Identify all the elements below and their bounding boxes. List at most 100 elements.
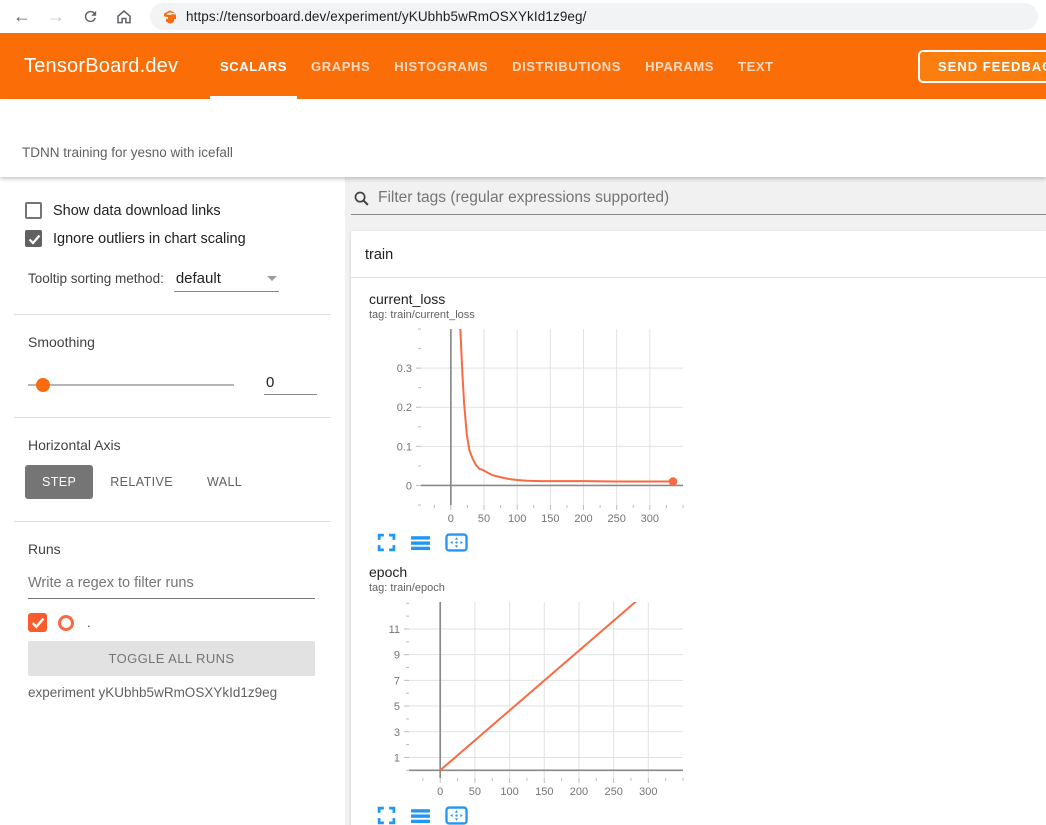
divider — [14, 521, 331, 522]
expand-chart-button-icon[interactable] — [377, 533, 396, 552]
axis-option-relative[interactable]: RELATIVE — [93, 465, 190, 499]
search-icon — [353, 190, 370, 207]
check-icon — [31, 617, 45, 629]
show-download-links-checkbox[interactable] — [25, 202, 42, 219]
chart-title: epoch — [369, 564, 711, 580]
tooltip-sorting-label: Tooltip sorting method: — [28, 271, 164, 286]
horizontal-axis-label: Horizontal Axis — [28, 437, 345, 453]
smoothing-slider-row: 0 — [28, 374, 317, 395]
axis-option-step[interactable]: STEP — [25, 465, 93, 499]
ignore-outliers-checkbox[interactable] — [25, 230, 42, 247]
smoothing-value[interactable]: 0 — [264, 374, 317, 395]
chart-actions — [377, 533, 711, 552]
toggle-all-runs-button[interactable]: TOGGLE ALL RUNS — [28, 641, 315, 676]
svg-text:100: 100 — [508, 513, 526, 525]
ignore-outliers-row[interactable]: Ignore outliers in chart scaling — [25, 230, 345, 247]
url-text: https://tensorboard.dev/experiment/yKUbh… — [186, 9, 587, 24]
tensorboard-favicon — [162, 9, 178, 25]
svg-text:0.2: 0.2 — [397, 402, 412, 414]
dashboard-main: train current_loss tag: train/current_los… — [345, 177, 1046, 825]
tab-hparams[interactable]: HPARAMS — [633, 33, 726, 99]
experiment-title: TDNN training for yesno with icefall — [22, 145, 233, 160]
divider — [14, 417, 331, 418]
svg-text:250: 250 — [607, 513, 625, 525]
tab-graphs[interactable]: GRAPHS — [299, 33, 382, 99]
filter-tags-row — [351, 189, 1046, 215]
axis-option-wall[interactable]: WALL — [190, 465, 259, 499]
svg-text:0: 0 — [448, 513, 454, 525]
tooltip-sorting-value: default — [176, 270, 221, 287]
svg-text:7: 7 — [394, 675, 400, 687]
forward-icon[interactable]: → — [42, 3, 70, 31]
fit-domain-button-icon[interactable] — [445, 533, 468, 552]
tag-group-title[interactable]: train — [351, 231, 1046, 278]
svg-text:300: 300 — [639, 786, 657, 798]
smoothing-label: Smoothing — [28, 334, 345, 350]
settings-sidebar: Show data download links Ignore outliers… — [0, 177, 345, 825]
svg-text:150: 150 — [541, 513, 559, 525]
svg-text:250: 250 — [604, 786, 622, 798]
app-header: TensorBoard.dev SCALARSGRAPHSHISTOGRAMSD… — [0, 33, 1046, 99]
toggle-runs-selector-button-icon[interactable] — [410, 806, 431, 825]
svg-text:0: 0 — [437, 786, 443, 798]
tensorboard-logo: TensorBoard.dev — [24, 33, 178, 99]
chart-tag: tag: train/epoch — [369, 582, 711, 594]
smoothing-slider-thumb[interactable] — [36, 378, 50, 392]
smoothing-slider[interactable] — [28, 384, 234, 386]
line-chart-epoch[interactable]: 0 50 100 150 200 250 300 1 3 5 7 9 11 — [369, 597, 691, 802]
expand-chart-button-icon[interactable] — [377, 806, 396, 825]
svg-text:50: 50 — [478, 513, 490, 525]
runs-label: Runs — [28, 541, 345, 557]
experiment-id-note: experiment yKUbhb5wRmOSXYkId1z9eg — [28, 685, 345, 700]
line-chart-current_loss[interactable]: 05010015020025030000.10.20.3 — [369, 324, 691, 529]
tensorboard-page: ← → https://tensorboard.dev/experiment/y… — [0, 0, 1046, 825]
divider — [14, 314, 331, 315]
svg-text:100: 100 — [500, 786, 518, 798]
toggle-runs-selector-button-icon[interactable] — [410, 533, 431, 552]
chart-title: current_loss — [369, 291, 711, 307]
show-download-links-label: Show data download links — [53, 203, 221, 219]
chart-actions — [377, 806, 711, 825]
check-icon — [28, 234, 41, 245]
run-row[interactable]: . — [28, 613, 345, 632]
tooltip-sorting-select[interactable]: default — [174, 270, 279, 292]
tab-distributions[interactable]: DISTRIBUTIONS — [500, 33, 633, 99]
tooltip-sorting-row: Tooltip sorting method: default — [28, 270, 345, 292]
tab-scalars[interactable]: SCALARS — [208, 33, 299, 99]
experiment-title-bar: TDNN training for yesno with icefall — [0, 99, 1046, 177]
svg-text:5: 5 — [394, 701, 400, 713]
address-bar[interactable]: https://tensorboard.dev/experiment/yKUbh… — [150, 3, 1038, 30]
svg-text:300: 300 — [641, 513, 659, 525]
svg-text:50: 50 — [469, 786, 481, 798]
svg-text:0.3: 0.3 — [397, 363, 412, 375]
run-color-swatch — [58, 615, 74, 631]
run-checkbox[interactable] — [28, 613, 47, 632]
svg-text:3: 3 — [394, 727, 400, 739]
filter-tags-input[interactable] — [378, 189, 1046, 207]
svg-text:9: 9 — [394, 650, 400, 662]
svg-text:11: 11 — [389, 624, 400, 636]
svg-text:1: 1 — [394, 752, 400, 764]
svg-text:0: 0 — [406, 480, 412, 492]
send-feedback-button[interactable]: SEND FEEDBACK — [918, 50, 1046, 83]
svg-text:200: 200 — [570, 786, 588, 798]
charts-grid: current_losstag: train/current_loss05010… — [351, 278, 1046, 825]
svg-text:0.1: 0.1 — [397, 441, 412, 453]
show-download-links-row[interactable]: Show data download links — [25, 202, 345, 219]
tag-group-card: train current_loss tag: train/current_los… — [351, 231, 1046, 825]
home-glyph — [115, 8, 133, 26]
nav-tabs: SCALARSGRAPHSHISTOGRAMSDISTRIBUTIONSHPAR… — [208, 33, 786, 99]
chart-card-epoch: epoch tag: train/epoch 0 50 100 150 200 250 300 1… — [369, 564, 711, 825]
tab-text[interactable]: TEXT — [726, 33, 786, 99]
chart-tag: tag: train/current_loss — [369, 309, 711, 321]
fit-domain-button-icon[interactable] — [445, 806, 468, 825]
reload-icon[interactable] — [76, 3, 104, 31]
runs-filter-input[interactable] — [28, 571, 315, 599]
horizontal-axis-buttons: STEPRELATIVEWALL — [25, 465, 345, 499]
run-name: . — [87, 615, 91, 630]
reload-glyph — [82, 8, 99, 25]
back-icon[interactable]: ← — [8, 3, 36, 31]
svg-text:150: 150 — [535, 786, 553, 798]
tab-histograms[interactable]: HISTOGRAMS — [382, 33, 500, 99]
home-icon[interactable] — [110, 3, 138, 31]
